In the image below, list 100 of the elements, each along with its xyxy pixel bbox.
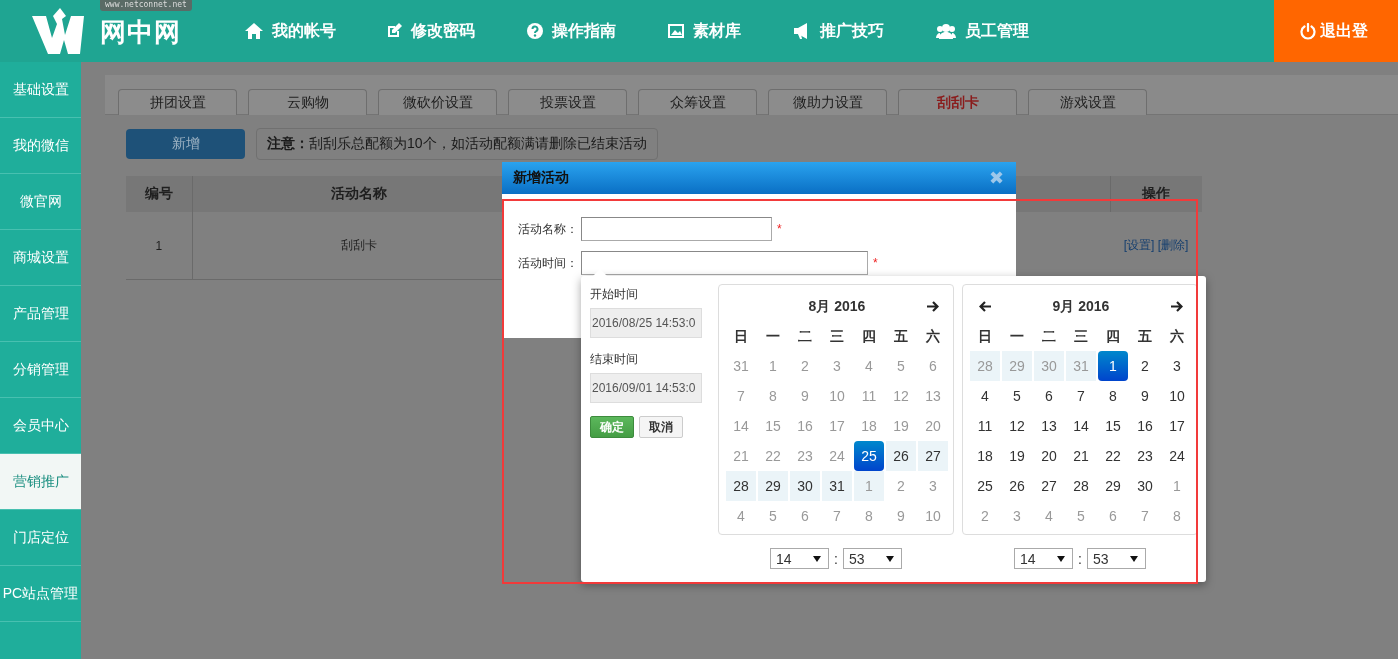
action-link[interactable]: [设置] (1123, 238, 1155, 252)
calendar-day[interactable]: 17 (822, 411, 852, 441)
calendar-day[interactable]: 9 (886, 501, 916, 531)
calendar-day[interactable]: 29 (1002, 351, 1032, 381)
calendar-day[interactable]: 4 (854, 351, 884, 381)
nav-link[interactable]: 员工管理 (936, 20, 1029, 42)
calendar-day[interactable]: 28 (1066, 471, 1096, 501)
calendar-day[interactable]: 2 (970, 501, 1000, 531)
calendar-day[interactable]: 4 (726, 501, 756, 531)
input-field[interactable] (581, 217, 772, 241)
calendar-day[interactable]: 21 (1066, 441, 1096, 471)
input-field[interactable] (581, 251, 868, 275)
calendar-day[interactable]: 5 (1002, 381, 1032, 411)
calendar-day[interactable]: 29 (1098, 471, 1128, 501)
calendar-day[interactable]: 4 (1034, 501, 1064, 531)
calendar-day[interactable]: 30 (1130, 471, 1160, 501)
nav-link[interactable]: 素材库 (668, 20, 741, 42)
calendar-day[interactable]: 24 (822, 441, 852, 471)
nav-link[interactable]: 推广技巧 (793, 20, 884, 42)
calendar-day[interactable]: 15 (758, 411, 788, 441)
calendar-day[interactable]: 20 (1034, 441, 1064, 471)
calendar-day[interactable]: 19 (886, 411, 916, 441)
calendar-day[interactable]: 6 (1034, 381, 1064, 411)
tab[interactable]: 微砍价设置 (378, 89, 497, 115)
calendar-day[interactable]: 5 (758, 501, 788, 531)
calendar-day[interactable]: 27 (1034, 471, 1064, 501)
calendar-day[interactable]: 21 (726, 441, 756, 471)
next-arrow-icon[interactable] (927, 300, 939, 312)
end-time-field[interactable]: 2016/09/01 14:53:0 (590, 373, 702, 403)
calendar-day[interactable]: 18 (970, 441, 1000, 471)
calendar-day[interactable]: 22 (1098, 441, 1128, 471)
calendar-day[interactable]: 27 (918, 441, 948, 471)
calendar-day[interactable]: 8 (758, 381, 788, 411)
tab[interactable]: 云购物 (248, 89, 367, 115)
calendar-day[interactable]: 9 (790, 381, 820, 411)
prev-arrow-icon[interactable] (979, 300, 991, 312)
calendar-day[interactable]: 14 (1066, 411, 1096, 441)
next-arrow-icon[interactable] (1171, 300, 1183, 312)
calendar-day[interactable]: 10 (822, 381, 852, 411)
calendar-day[interactable]: 31 (1066, 351, 1096, 381)
calendar-day[interactable]: 1 (854, 471, 884, 501)
calendar-day[interactable]: 8 (1098, 381, 1128, 411)
calendar-day[interactable]: 31 (726, 351, 756, 381)
calendar-day[interactable]: 16 (790, 411, 820, 441)
nav-link[interactable]: 操作指南 (527, 20, 616, 42)
calendar-day[interactable]: 29 (758, 471, 788, 501)
calendar-day[interactable]: 17 (1162, 411, 1192, 441)
tab[interactable]: 微助力设置 (768, 89, 887, 115)
calendar-day[interactable]: 12 (1002, 411, 1032, 441)
confirm-button[interactable]: 确定 (590, 416, 634, 438)
calendar-day[interactable]: 3 (1002, 501, 1032, 531)
calendar-day[interactable]: 25 (970, 471, 1000, 501)
close-button[interactable]: ✖ (988, 167, 1004, 189)
calendar-day[interactable]: 3 (822, 351, 852, 381)
calendar-day[interactable]: 1 (1162, 471, 1192, 501)
calendar-day[interactable]: 31 (822, 471, 852, 501)
calendar-day[interactable]: 11 (970, 411, 1000, 441)
calendar-day[interactable]: 11 (854, 381, 884, 411)
calendar-day[interactable]: 26 (1002, 471, 1032, 501)
calendar-day[interactable]: 6 (1098, 501, 1128, 531)
calendar-day[interactable]: 14 (726, 411, 756, 441)
calendar-day[interactable]: 24 (1162, 441, 1192, 471)
calendar-day[interactable]: 2 (1130, 351, 1160, 381)
minute-select[interactable]: 53 (1086, 548, 1146, 569)
calendar-day[interactable]: 10 (918, 501, 948, 531)
calendar-day[interactable]: 15 (1098, 411, 1128, 441)
calendar-day[interactable]: 9 (1130, 381, 1160, 411)
calendar-day[interactable]: 1 (758, 351, 788, 381)
tab[interactable]: 刮刮卡 (898, 89, 1017, 115)
calendar-day[interactable]: 25 (854, 441, 884, 471)
calendar-day[interactable]: 13 (1034, 411, 1064, 441)
calendar-day[interactable]: 7 (822, 501, 852, 531)
cancel-button[interactable]: 取消 (639, 416, 683, 438)
calendar-day[interactable]: 23 (790, 441, 820, 471)
start-time-field[interactable]: 2016/08/25 14:53:0 (590, 308, 702, 338)
calendar-day[interactable]: 12 (886, 381, 916, 411)
calendar-day[interactable]: 2 (790, 351, 820, 381)
calendar-day[interactable]: 28 (726, 471, 756, 501)
logout-button[interactable]: 退出登 (1274, 0, 1398, 62)
calendar-day[interactable]: 20 (918, 411, 948, 441)
calendar-day[interactable]: 8 (854, 501, 884, 531)
calendar-day[interactable]: 22 (758, 441, 788, 471)
sidebar-item[interactable]: 营销推广 (0, 454, 81, 510)
calendar-day[interactable]: 13 (918, 381, 948, 411)
calendar-day[interactable]: 3 (1162, 351, 1192, 381)
calendar-day[interactable]: 30 (1034, 351, 1064, 381)
calendar-day[interactable]: 6 (918, 351, 948, 381)
calendar-day[interactable]: 5 (1066, 501, 1096, 531)
calendar-day[interactable]: 26 (886, 441, 916, 471)
minute-select[interactable]: 53 (842, 548, 902, 569)
calendar-day[interactable]: 18 (854, 411, 884, 441)
tab[interactable]: 众筹设置 (638, 89, 757, 115)
hour-select[interactable]: 14 (1014, 548, 1074, 569)
tab[interactable]: 拼团设置 (118, 89, 237, 115)
calendar-day[interactable]: 30 (790, 471, 820, 501)
calendar-day[interactable]: 23 (1130, 441, 1160, 471)
calendar-day[interactable]: 16 (1130, 411, 1160, 441)
tab[interactable]: 投票设置 (508, 89, 627, 115)
calendar-day[interactable]: 3 (918, 471, 948, 501)
nav-link[interactable]: 我的帐号 (245, 20, 336, 42)
